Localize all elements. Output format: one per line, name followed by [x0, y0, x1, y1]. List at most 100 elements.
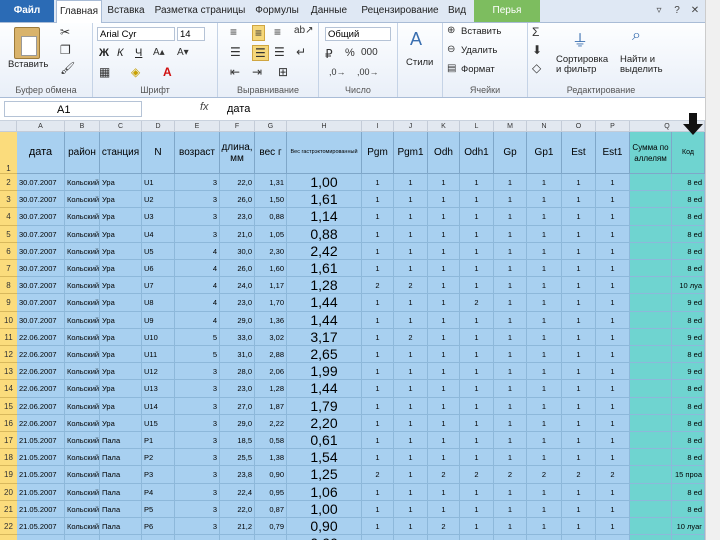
table-cell[interactable]: 1 [527, 260, 562, 278]
table-cell[interactable]: 30.07.2007 [17, 294, 65, 312]
table-cell[interactable]: 1 [562, 483, 596, 501]
table-cell[interactable]: 3 [175, 363, 220, 381]
table-cell[interactable]: 3 [175, 518, 220, 536]
thousands-icon[interactable]: 000 [361, 47, 378, 58]
table-cell[interactable]: 1 [562, 260, 596, 278]
table-cell[interactable]: 1 [460, 311, 494, 329]
table-cell[interactable]: 3,02 [255, 328, 287, 346]
table-cell[interactable]: 1 [460, 328, 494, 346]
table-cell[interactable]: Ура [100, 363, 142, 381]
table-cell[interactable]: 1 [596, 380, 630, 398]
table-cell[interactable]: 1,38 [255, 449, 287, 467]
table-cell[interactable]: 1 [460, 208, 494, 226]
column-header[interactable]: K [428, 121, 460, 132]
table-cell[interactable]: 3 [175, 191, 220, 209]
table-cell[interactable]: 2,06 [255, 363, 287, 381]
table-cell[interactable]: 1 [428, 294, 460, 312]
table-cell[interactable]: 1 [562, 414, 596, 432]
table-cell[interactable]: 5 [175, 328, 220, 346]
table-cell[interactable]: 3 [175, 208, 220, 226]
column-title[interactable]: Pgm [362, 132, 394, 174]
table-cell[interactable]: Ура [100, 242, 142, 260]
table-cell[interactable]: U3 [142, 208, 175, 226]
table-cell[interactable]: 1 [362, 518, 394, 536]
table-cell[interactable]: U12 [142, 363, 175, 381]
row-header[interactable]: 9 [0, 294, 17, 312]
minimize-ribbon-icon[interactable]: ▿ [652, 4, 666, 18]
table-cell[interactable]: 1 [494, 363, 527, 381]
table-cell[interactable]: 1,00 [287, 174, 362, 192]
column-header[interactable]: G [255, 121, 287, 132]
table-cell[interactable]: 21.05.2007 [17, 449, 65, 467]
column-header[interactable]: P [596, 121, 630, 132]
table-cell[interactable] [630, 414, 672, 432]
table-cell[interactable]: 1 [428, 191, 460, 209]
table-cell[interactable] [630, 535, 672, 540]
table-cell[interactable]: Ура [100, 225, 142, 243]
table-cell[interactable]: 1 [596, 363, 630, 381]
table-cell[interactable]: 1 [394, 432, 428, 450]
column-title[interactable]: Код [672, 132, 705, 174]
table-cell[interactable] [630, 449, 672, 467]
table-cell[interactable]: 1 [394, 518, 428, 536]
name-box[interactable]: A1 [4, 101, 142, 117]
row-header[interactable]: 7 [0, 260, 17, 278]
table-cell[interactable]: 1 [362, 294, 394, 312]
row-header[interactable]: 13 [0, 363, 17, 381]
row-header[interactable]: 23 [0, 535, 17, 540]
table-cell[interactable]: U6 [142, 260, 175, 278]
row-header[interactable]: 19 [0, 466, 17, 484]
table-cell[interactable]: 1 [362, 397, 394, 415]
table-cell[interactable]: 1 [428, 535, 460, 540]
table-cell[interactable]: 1 [494, 535, 527, 540]
table-cell[interactable]: 30.07.2007 [17, 311, 65, 329]
table-cell[interactable] [630, 363, 672, 381]
table-cell[interactable]: 4 [175, 311, 220, 329]
table-cell[interactable]: 8 ed [672, 225, 705, 243]
table-cell[interactable]: U7 [142, 277, 175, 295]
table-cell[interactable]: 8 ed [672, 535, 705, 540]
table-cell[interactable]: 2 [362, 466, 394, 484]
table-cell[interactable]: 1 [596, 449, 630, 467]
table-cell[interactable] [630, 277, 672, 295]
table-cell[interactable]: 1 [562, 294, 596, 312]
table-cell[interactable]: 1 [596, 242, 630, 260]
table-cell[interactable]: Пала [100, 518, 142, 536]
table-cell[interactable]: U4 [142, 225, 175, 243]
table-cell[interactable]: 2,20 [287, 414, 362, 432]
table-cell[interactable]: Кольский [65, 174, 100, 192]
table-cell[interactable]: 1 [596, 397, 630, 415]
column-title[interactable]: станция [100, 132, 142, 174]
tab-formulas[interactable]: Формулы [252, 0, 302, 22]
table-cell[interactable]: 22.06.2007 [17, 346, 65, 364]
delete-cells-button[interactable]: Удалить [461, 45, 497, 56]
styles-button[interactable]: Стили [406, 57, 433, 68]
table-cell[interactable]: 1 [428, 242, 460, 260]
table-cell[interactable]: Ура [100, 277, 142, 295]
tab-data[interactable]: Данные [304, 0, 354, 22]
table-cell[interactable]: 1 [394, 363, 428, 381]
row-header[interactable]: 16 [0, 414, 17, 432]
close-icon[interactable]: ✕ [688, 4, 702, 18]
table-cell[interactable]: 21,0 [220, 225, 255, 243]
table-cell[interactable]: 1 [527, 518, 562, 536]
table-cell[interactable]: 2,65 [287, 346, 362, 364]
table-cell[interactable]: 1 [527, 277, 562, 295]
column-title[interactable]: дата [17, 132, 65, 174]
orientation-icon[interactable]: ab↗ [294, 25, 314, 36]
table-cell[interactable]: 1 [527, 311, 562, 329]
table-cell[interactable]: 1 [494, 346, 527, 364]
table-cell[interactable]: 30.07.2007 [17, 242, 65, 260]
table-cell[interactable] [630, 294, 672, 312]
table-cell[interactable]: 1 [394, 380, 428, 398]
table-cell[interactable]: 1 [460, 380, 494, 398]
table-cell[interactable]: 1 [362, 535, 394, 540]
table-cell[interactable]: 1 [362, 242, 394, 260]
column-header[interactable]: C [100, 121, 142, 132]
table-cell[interactable]: 1,17 [255, 277, 287, 295]
column-title[interactable]: Odh1 [460, 132, 494, 174]
table-cell[interactable]: 1 [460, 449, 494, 467]
table-cell[interactable]: 1,54 [287, 449, 362, 467]
table-cell[interactable]: 1 [562, 380, 596, 398]
table-cell[interactable]: 1 [428, 380, 460, 398]
